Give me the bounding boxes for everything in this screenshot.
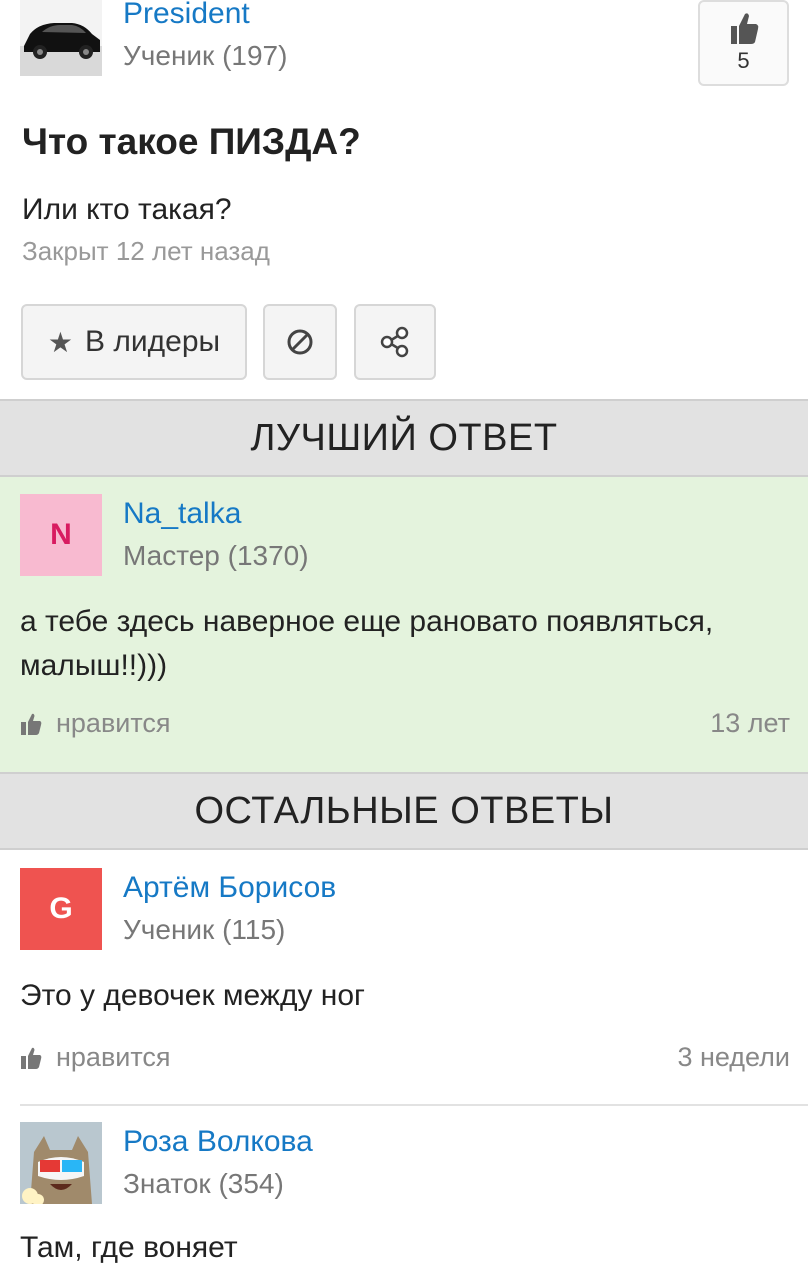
question-status: Закрыт 12 лет назад	[22, 236, 270, 266]
best-answer-header: ЛУЧШИЙ ОТВЕТ	[0, 399, 808, 477]
leaders-label: В лидеры	[85, 325, 221, 358]
like-count: 5	[737, 48, 750, 73]
question-like-button[interactable]: 5	[698, 0, 789, 86]
avatar-initial: N	[50, 518, 72, 551]
avatar-initial: G	[49, 892, 73, 925]
answer-text: Это у девочек между ног	[20, 979, 365, 1012]
like-label: нравится	[56, 708, 171, 738]
answer-author: G Артём Борисов Ученик (115)	[20, 868, 336, 950]
thumbs-up-icon	[730, 13, 758, 45]
thumbs-up-icon	[21, 713, 42, 735]
other-answers-header: ОСТАЛЬНЫЕ ОТВЕТЫ	[0, 772, 808, 850]
like-button[interactable]: нравится	[20, 708, 171, 739]
question-body: Или кто такая?	[22, 193, 232, 226]
best-answer-footer: нравится 13 лет	[20, 708, 790, 739]
avatar[interactable]: G	[20, 868, 102, 950]
block-icon	[287, 329, 313, 355]
author-rank: Мастер (1370)	[123, 540, 309, 571]
like-label: нравится	[56, 1042, 171, 1072]
answer-time: 13 лет	[710, 708, 790, 738]
cat-avatar[interactable]	[20, 1122, 102, 1204]
best-answer-text: а тебе здесь наверное еще рановато появл…	[20, 605, 714, 682]
avatar[interactable]: N	[20, 494, 102, 576]
add-to-leaders-button[interactable]: ★ В лидеры	[21, 304, 247, 380]
author-name[interactable]: Артём Борисов	[123, 868, 336, 908]
best-answer-author: N Na_talka Мастер (1370)	[20, 494, 309, 576]
like-button[interactable]: нравится	[20, 1042, 171, 1073]
car-avatar[interactable]	[20, 0, 102, 76]
answer-author: Роза Волкова Знаток (354)	[20, 1122, 313, 1204]
star-icon: ★	[47, 326, 74, 358]
block-button[interactable]	[263, 304, 337, 380]
divider	[20, 1104, 808, 1106]
share-icon	[380, 326, 409, 358]
author-rank: Ученик (115)	[123, 914, 286, 945]
answer-time: 3 недели	[677, 1042, 790, 1072]
author-name[interactable]: Роза Волкова	[123, 1122, 313, 1162]
share-button[interactable]	[354, 304, 436, 380]
author-rank: Знаток (354)	[123, 1168, 284, 1199]
thumbs-up-icon	[21, 1047, 42, 1069]
author-rank: Ученик (197)	[123, 40, 288, 71]
author-name[interactable]: President	[123, 0, 287, 34]
answer-footer: нравится 3 недели	[20, 1042, 790, 1073]
question-author: President Ученик (197)	[20, 0, 287, 76]
question-title: Что такое ПИЗДА?	[22, 121, 361, 162]
author-name[interactable]: Na_talka	[123, 494, 309, 534]
answer-text: Там, где воняет	[20, 1231, 238, 1264]
